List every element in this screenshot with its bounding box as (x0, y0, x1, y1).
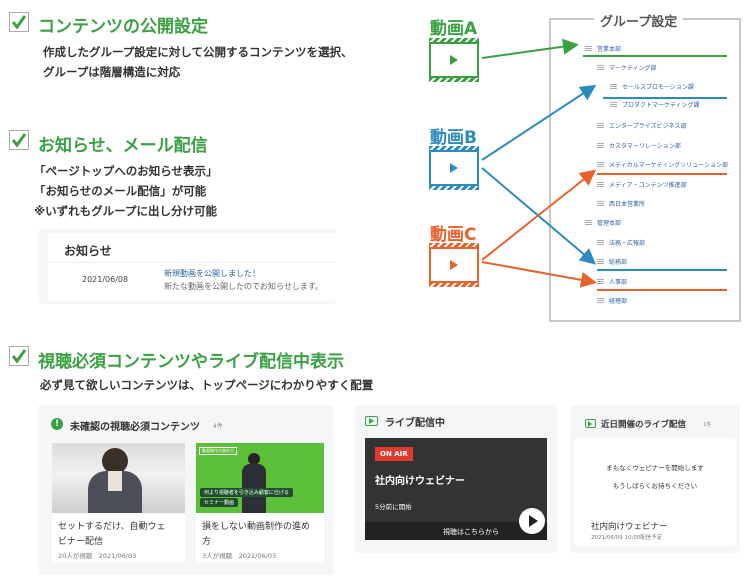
video-thumbnail (52, 443, 185, 513)
section-title-required: 視聴必須コンテンツやライブ配信中表示 (38, 352, 344, 372)
upcoming-msg: まもなくウェビナーを開始します (606, 464, 704, 472)
section-desc: 必ず見て欲しいコンテンツは、トップページにわかりやすく配置 (40, 378, 374, 392)
checkbox-icon (9, 346, 29, 366)
required-contents-panel: ! 未確認の視聴必須コンテンツ 4件 セットするだけ、自動ウェ ビナー配信 20… (38, 405, 334, 575)
watch-link[interactable]: 視聴はこちらから (443, 527, 499, 537)
live-icon (365, 416, 378, 426)
live-time: 5分前に開始 (375, 503, 412, 511)
play-icon (529, 515, 538, 527)
card-title: 損をしない動画制作の進め (202, 522, 311, 532)
thumb-caption: 何より視聴者を引き込み顧客に仕げる (200, 488, 293, 497)
upcoming-count: 1件 (703, 422, 712, 428)
video-thumbnail: 動画制作の進め方 何より視聴者を引き込み顧客に仕げる セミナー動画 (196, 443, 324, 513)
required-heading: 未確認の視聴必須コンテンツ (70, 422, 200, 433)
on-air-badge: ON AIR (375, 447, 413, 461)
card-title: ビナー配信 (58, 537, 104, 547)
required-count: 4件 (213, 423, 223, 430)
card-title: セットするだけ、自動ウェ (58, 522, 166, 532)
card-title: 方 (202, 537, 212, 547)
upcoming-card[interactable]: まもなくウェビナーを開始します もうしばらくお待ちください 社内向けウェビナー … (574, 438, 736, 546)
upcoming-title: 社内向けウェビナー (591, 522, 668, 532)
live-panel: ライブ配信中 ON AIR 社内向けウェビナー 5分前に開始 視聴はこちらから (354, 405, 557, 553)
arrow-a (481, 38, 579, 59)
upcoming-msg: もうしばらくお待ちください (612, 482, 698, 490)
upcoming-panel: 近日開催のライブ配信 1件 まもなくウェビナーを開始します もうしばらくお待ちく… (570, 405, 740, 553)
card-meta: 20人が視聴 2021/06/03 (58, 552, 137, 560)
thumb-tag: セミナー動画 (200, 498, 239, 507)
thumb-top: 動画制作の進め方 (199, 447, 237, 455)
content-card[interactable]: 動画制作の進め方 何より視聴者を引き込み顧客に仕げる セミナー動画 損をしない動… (196, 443, 324, 563)
content-card[interactable]: セットするだけ、自動ウェ ビナー配信 20人が視聴 2021/06/03 (52, 443, 185, 563)
live-player[interactable]: ON AIR 社内向けウェビナー 5分前に開始 視聴はこちらから (365, 438, 547, 540)
card-meta: 3人が視聴 2021/06/03 (202, 552, 277, 560)
live-icon (585, 419, 596, 428)
alert-icon: ! (51, 418, 63, 430)
live-title: 社内向けウェビナー (375, 476, 465, 487)
play-button[interactable] (519, 508, 545, 534)
arrow-c2 (481, 261, 597, 288)
arrow-b1 (481, 84, 597, 161)
live-heading: ライブ配信中 (385, 418, 445, 429)
upcoming-meta: 2021/06/09 10:00配信予定 (591, 535, 663, 541)
upcoming-heading: 近日開催のライブ配信 (601, 420, 687, 430)
